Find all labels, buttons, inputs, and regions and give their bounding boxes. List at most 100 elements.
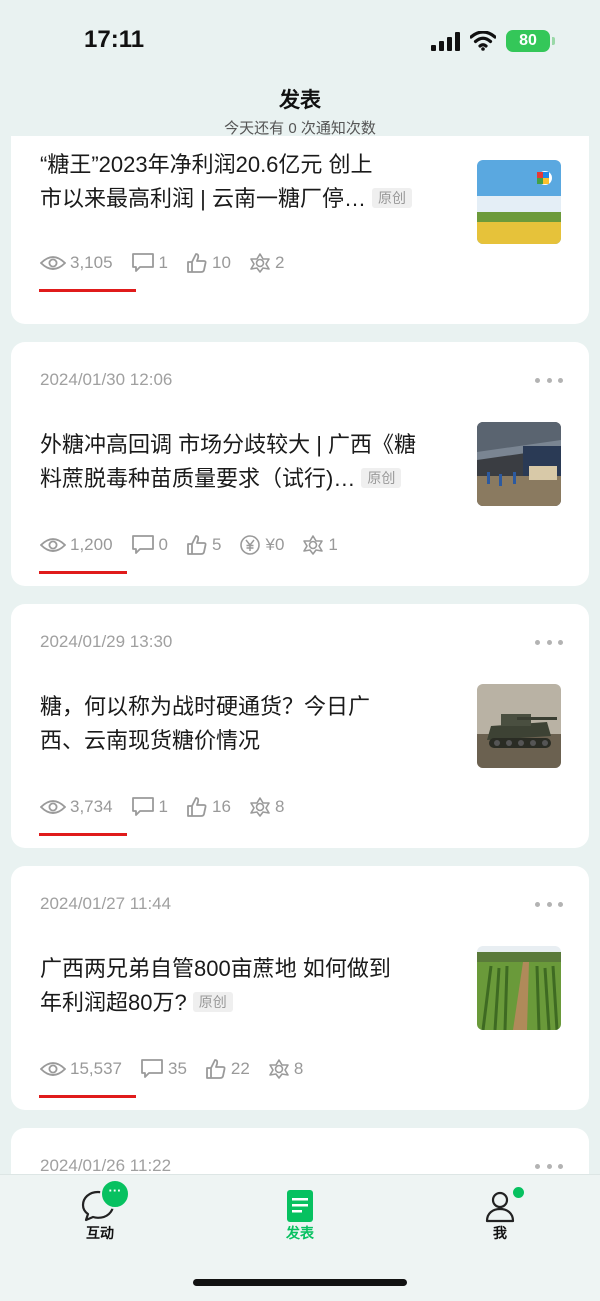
post-feed[interactable]: “糖王”2023年净利润20.6亿元 创上 市以来最高利润 | 云南一糖厂停… 原… <box>0 136 600 1174</box>
eye-icon <box>40 800 66 814</box>
views-count: 1,200 <box>70 535 113 554</box>
tab-label: 发表 <box>286 1225 314 1241</box>
post-date: 2024/01/26 11:22 <box>40 1156 172 1174</box>
tab-label: 互动 <box>86 1225 114 1241</box>
home-indicator <box>193 1279 407 1286</box>
page-header: 发表 今天还有 0 次通知次数 <box>0 80 600 137</box>
tab-publish[interactable]: 发表 <box>250 1185 350 1243</box>
shares-count: 8 <box>274 797 285 816</box>
comments-stat[interactable]: 1 <box>131 796 168 818</box>
post-title-line: “糖王”2023年净利润20.6亿元 创上 <box>40 152 373 177</box>
likes-count: 16 <box>212 797 231 816</box>
views-count: 15,537 <box>70 1059 122 1078</box>
yuan-coin-icon <box>240 535 261 555</box>
post-stats: 15,537 35 22 8 <box>40 1058 303 1080</box>
post-date: 2024/01/30 12:06 <box>40 370 173 389</box>
reward-amount: ¥0 <box>265 535 285 554</box>
post-title-line: 外糖冲高回调 市场分歧较大 | 广西《糖 <box>40 432 417 457</box>
post-stats: 1,200 0 5 ¥0 1 <box>40 534 338 556</box>
post-card[interactable]: 2024/01/29 13:30 糖，何以称为战时硬通货？今日广 西、云南现货糖… <box>11 604 589 848</box>
post-card[interactable]: 2024/01/27 11:44 广西两兄弟自管800亩蔗地 如何做到 年利润超… <box>11 866 589 1110</box>
post-title-line: 西、云南现货糖价情况 <box>40 728 261 753</box>
comments-stat[interactable]: 1 <box>131 252 168 274</box>
original-tag: 原创 <box>371 188 412 208</box>
share-flower-icon <box>250 253 270 273</box>
shares-count: 8 <box>293 1059 304 1078</box>
comments-count: 1 <box>158 253 169 272</box>
post-thumbnail[interactable] <box>477 160 561 244</box>
likes-stat[interactable]: 16 <box>186 796 231 818</box>
original-tag: 原创 <box>361 468 402 488</box>
eye-icon <box>40 538 66 552</box>
status-icons: 80 <box>431 28 555 54</box>
share-flower-icon <box>303 535 324 555</box>
likes-stat[interactable]: 10 <box>186 252 231 274</box>
post-date: 2024/01/29 13:30 <box>40 632 173 651</box>
likes-stat[interactable]: 5 <box>186 534 221 556</box>
post-card[interactable]: 2024/01/26 11:22 <box>11 1128 589 1174</box>
post-title[interactable]: 糖，何以称为战时硬通货？今日广 西、云南现货糖价情况 <box>40 690 450 758</box>
eye-icon <box>40 1062 66 1076</box>
post-thumbnail[interactable] <box>477 946 561 1030</box>
more-options-icon[interactable] <box>535 1162 563 1170</box>
post-title-line: 料蔗脱毒种苗质量要求（试行)… <box>40 466 356 491</box>
thumbs-up-icon <box>206 1059 226 1079</box>
comments-stat[interactable]: 0 <box>131 534 168 556</box>
likes-count: 22 <box>230 1059 250 1078</box>
views-stat: 15,537 <box>40 1059 122 1079</box>
comment-icon <box>131 535 154 554</box>
views-stat: 3,734 <box>40 797 113 817</box>
battery-icon: 80 <box>506 30 555 52</box>
post-stats: 3,734 1 16 8 <box>40 796 284 818</box>
comments-count: 35 <box>168 1059 187 1078</box>
more-options-icon[interactable] <box>535 900 563 908</box>
signal-icon <box>431 31 460 51</box>
red-underline <box>39 571 127 574</box>
shares-stat[interactable]: 2 <box>249 252 284 274</box>
shares-stat[interactable]: 1 <box>302 534 338 556</box>
more-options-icon[interactable] <box>535 638 563 646</box>
reward-stat[interactable]: ¥0 <box>239 534 284 556</box>
comment-icon <box>131 797 154 816</box>
post-card[interactable]: “糖王”2023年净利润20.6亿元 创上 市以来最高利润 | 云南一糖厂停… 原… <box>11 136 589 324</box>
notification-quota: 今天还有 0 次通知次数 <box>224 120 376 137</box>
red-underline <box>39 833 127 836</box>
shares-stat[interactable]: 8 <box>249 796 284 818</box>
views-stat: 3,105 <box>40 253 113 273</box>
likes-stat[interactable]: 22 <box>205 1058 250 1080</box>
post-card[interactable]: 2024/01/30 12:06 外糖冲高回调 市场分歧较大 | 广西《糖 料蔗… <box>11 342 589 586</box>
post-stats: 3,105 1 10 2 <box>40 252 284 274</box>
likes-count: 5 <box>212 535 222 554</box>
new-dot <box>511 1185 526 1200</box>
tab-me[interactable]: 我 <box>450 1185 550 1243</box>
post-title-line: 糖，何以称为战时硬通货？今日广 <box>40 694 371 719</box>
views-count: 3,734 <box>70 797 113 816</box>
red-underline <box>39 289 136 292</box>
thumbs-up-icon <box>187 253 207 273</box>
battery-level: 80 <box>519 32 537 49</box>
badge-dots: ··· <box>108 1183 122 1198</box>
comments-stat[interactable]: 35 <box>140 1058 187 1080</box>
views-count: 3,105 <box>70 253 113 272</box>
share-flower-icon <box>269 1059 289 1079</box>
page-title: 发表 <box>279 89 321 112</box>
comment-icon <box>141 1059 163 1078</box>
document-icon <box>287 1190 313 1222</box>
tab-interaction[interactable]: ··· 互动 <box>50 1179 150 1243</box>
views-stat: 1,200 <box>40 535 113 555</box>
post-title-line: 年利润超80万? <box>40 990 187 1015</box>
original-tag: 原创 <box>192 992 233 1012</box>
status-bar: 17:11 80 <box>0 0 600 80</box>
tab-label: 我 <box>493 1225 507 1241</box>
post-thumbnail[interactable] <box>477 684 561 768</box>
likes-count: 10 <box>212 253 231 272</box>
post-title-line: 市以来最高利润 | 云南一糖厂停… <box>40 186 366 211</box>
shares-count: 1 <box>328 535 338 554</box>
post-title[interactable]: 外糖冲高回调 市场分歧较大 | 广西《糖 料蔗脱毒种苗质量要求（试行)… 原创 <box>40 428 450 496</box>
shares-stat[interactable]: 8 <box>268 1058 303 1080</box>
post-title-line: 广西两兄弟自管800亩蔗地 如何做到 <box>40 956 391 981</box>
post-title[interactable]: “糖王”2023年净利润20.6亿元 创上 市以来最高利润 | 云南一糖厂停… 原… <box>40 148 450 216</box>
post-thumbnail[interactable] <box>477 422 561 506</box>
post-title[interactable]: 广西两兄弟自管800亩蔗地 如何做到 年利润超80万? 原创 <box>40 952 450 1020</box>
more-options-icon[interactable] <box>535 376 563 384</box>
